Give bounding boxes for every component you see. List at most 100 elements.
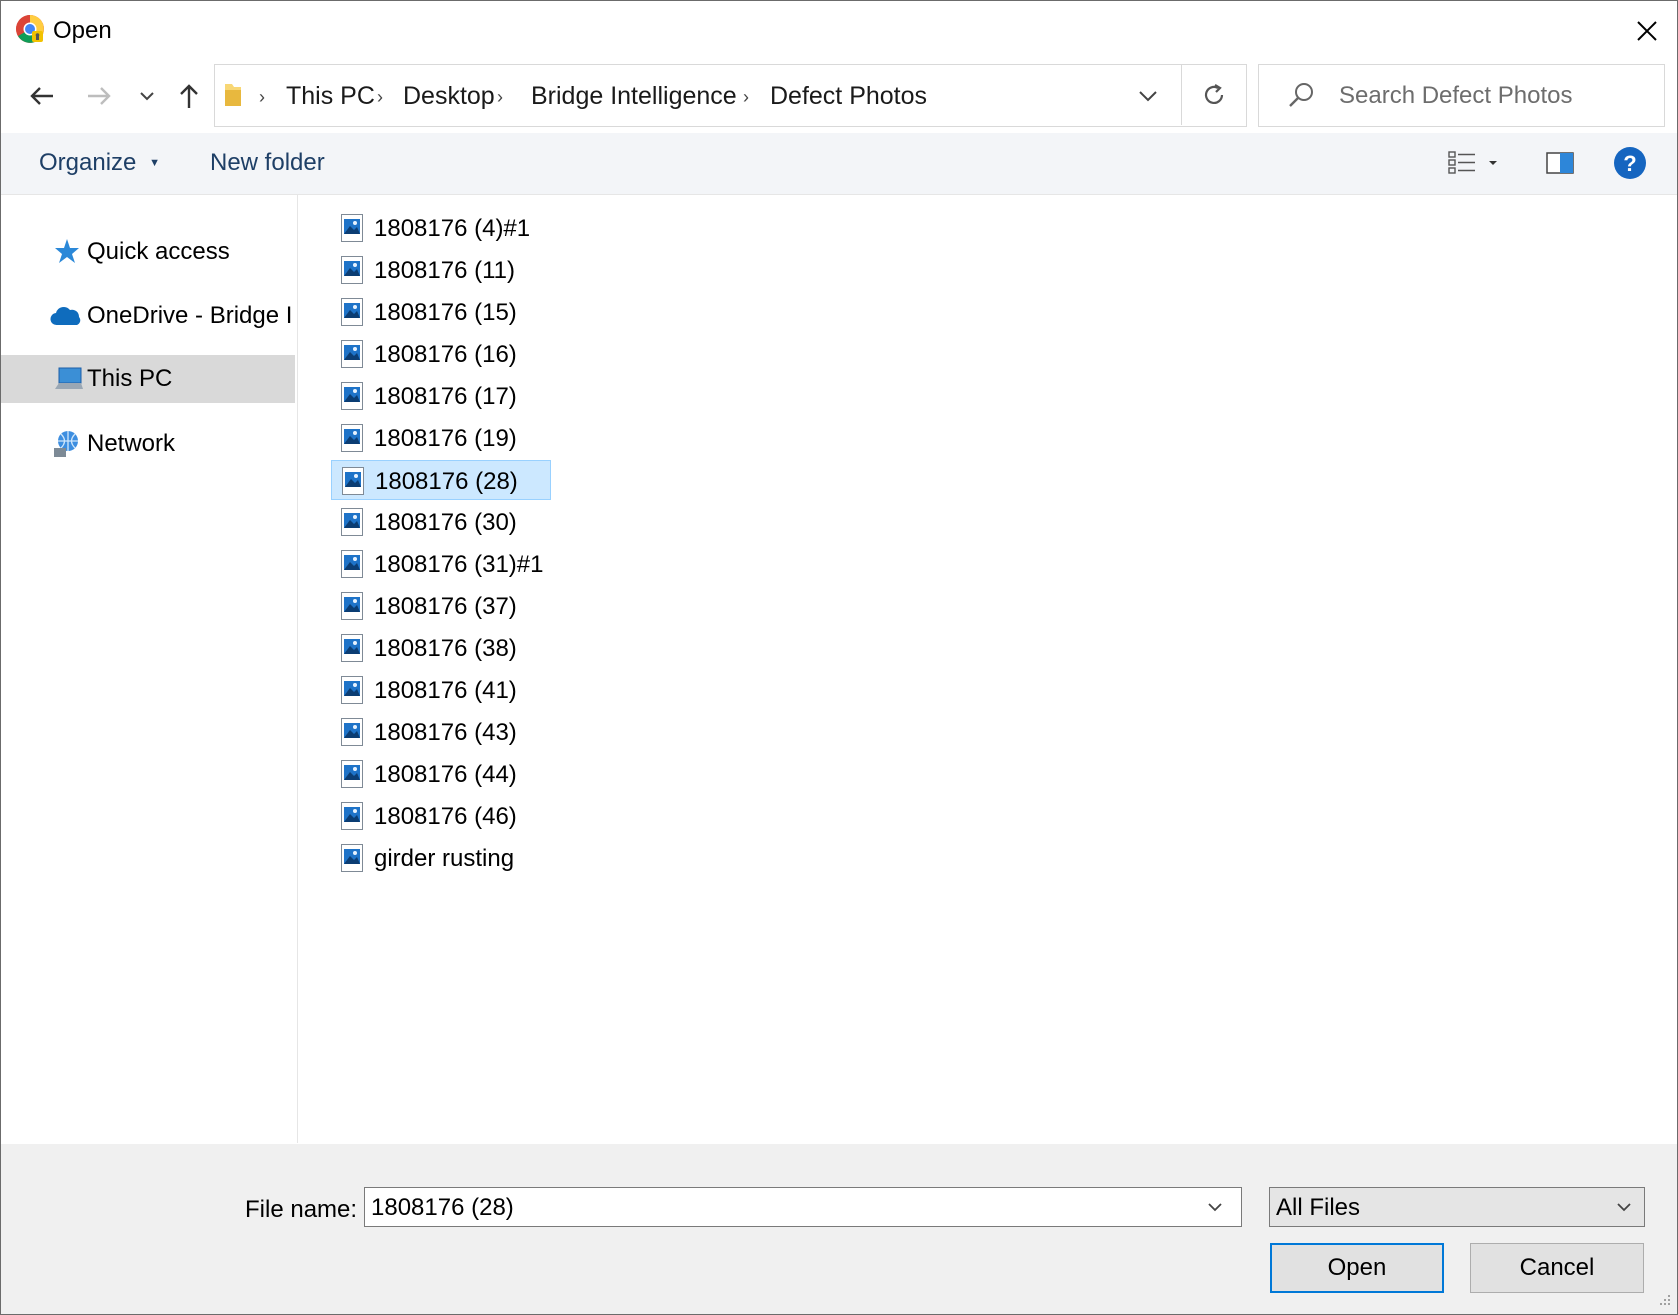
sidebar-item-this-pc[interactable]: This PC (1, 355, 295, 403)
arrow-right-icon (88, 87, 111, 105)
sidebar-item-quick-access[interactable]: Quick access (1, 228, 295, 276)
address-dropdown-button[interactable] (1131, 79, 1165, 113)
file-list: 1808176 (4)#1 1808176 (11) 1808176 (15) … (298, 195, 1677, 1143)
chevron-down-icon (1208, 1203, 1222, 1212)
list-item[interactable]: 1808176 (19) (331, 418, 551, 458)
sidebar-item-label: OneDrive - Bridge I (87, 302, 293, 329)
image-file-icon (341, 424, 363, 452)
view-options-icon (1448, 151, 1497, 174)
file-name: 1808176 (31)#1 (374, 551, 544, 578)
dialog-footer: File name: 1808176 (28) All Files Open C… (1, 1144, 1677, 1314)
star-icon (49, 236, 81, 268)
back-button[interactable] (22, 76, 62, 116)
file-name: 1808176 (44) (374, 761, 517, 788)
up-button[interactable] (169, 76, 209, 116)
image-file-icon (341, 508, 363, 536)
file-name: 1808176 (19) (374, 425, 517, 452)
sidebar-item-label: Network (87, 430, 176, 457)
refresh-icon (1204, 83, 1224, 104)
recent-locations-button[interactable] (127, 76, 167, 116)
list-item[interactable]: 1808176 (41) (331, 670, 551, 710)
open-file-dialog: Open › This PC › Desktop › Bridge Intell… (0, 0, 1678, 1315)
command-bar: Organize ▼ New folder ? (1, 133, 1677, 195)
caret-down-icon: ▼ (149, 157, 160, 169)
file-type-value: All Files (1276, 1194, 1361, 1221)
file-name: 1808176 (38) (374, 635, 517, 662)
file-name: 1808176 (46) (374, 803, 517, 830)
breadcrumb-this-pc[interactable]: This PC (286, 82, 375, 111)
image-file-icon (341, 718, 363, 746)
close-button[interactable] (1627, 13, 1667, 49)
breadcrumb-separator: › (497, 87, 503, 107)
breadcrumb-desktop[interactable]: Desktop (403, 82, 495, 111)
cloud-icon (49, 300, 81, 332)
address-bar[interactable]: › This PC › Desktop › Bridge Intelligenc… (214, 64, 1247, 127)
breadcrumb-separator: › (377, 87, 383, 107)
list-item[interactable]: 1808176 (31)#1 (331, 544, 551, 584)
dialog-title: Open (53, 17, 112, 44)
list-item[interactable]: girder rusting (331, 838, 551, 878)
image-file-icon (341, 760, 363, 788)
sidebar-item-network[interactable]: Network (1, 420, 295, 468)
file-type-select[interactable]: All Files (1269, 1187, 1645, 1227)
new-folder-button[interactable]: New folder (210, 149, 325, 177)
image-file-icon (341, 214, 363, 242)
list-item[interactable]: 1808176 (11) (331, 250, 551, 290)
help-button[interactable]: ? (1613, 146, 1647, 180)
organize-button[interactable]: Organize ▼ (39, 149, 160, 177)
image-file-icon (341, 298, 363, 326)
chevron-down-icon (1139, 91, 1157, 102)
navigation-pane: Quick access OneDrive - Bridge I This PC (1, 195, 298, 1143)
list-item[interactable]: 1808176 (17) (331, 376, 551, 416)
list-item-selected[interactable]: 1808176 (28) (331, 460, 551, 500)
list-item[interactable]: 1808176 (46) (331, 796, 551, 836)
search-icon (1287, 81, 1315, 109)
image-file-icon (342, 467, 364, 495)
file-name: 1808176 (37) (374, 593, 517, 620)
image-file-icon (341, 802, 363, 830)
file-name: 1808176 (43) (374, 719, 517, 746)
image-file-icon (341, 592, 363, 620)
image-file-icon (341, 340, 363, 368)
list-item[interactable]: 1808176 (4)#1 (331, 208, 551, 248)
preview-pane-button[interactable] (1543, 146, 1577, 180)
chevron-down-icon (1616, 1200, 1634, 1214)
svg-text:?: ? (1623, 151, 1636, 176)
image-file-icon (341, 634, 363, 662)
image-file-icon (341, 256, 363, 284)
image-file-icon (341, 844, 363, 872)
folder-icon (223, 80, 243, 108)
file-name-value: 1808176 (28) (371, 1194, 514, 1221)
forward-button[interactable] (79, 76, 119, 116)
sidebar-item-onedrive[interactable]: OneDrive - Bridge I (1, 292, 295, 340)
list-item[interactable]: 1808176 (44) (331, 754, 551, 794)
breadcrumb-separator: › (743, 87, 749, 107)
list-item[interactable]: 1808176 (37) (331, 586, 551, 626)
view-options-button[interactable] (1445, 146, 1507, 180)
breadcrumb-bridge-intelligence[interactable]: Bridge Intelligence (531, 82, 737, 111)
network-icon (51, 428, 83, 460)
refresh-button[interactable] (1181, 64, 1246, 125)
file-name-dropdown-button[interactable] (1207, 1200, 1225, 1214)
list-item[interactable]: 1808176 (38) (331, 628, 551, 668)
chevron-down-icon (140, 92, 154, 101)
list-item[interactable]: 1808176 (15) (331, 292, 551, 332)
organize-label: Organize (39, 149, 137, 176)
sidebar-item-label: This PC (87, 365, 173, 392)
file-name: 1808176 (11) (374, 257, 515, 284)
file-name-field[interactable]: 1808176 (28) (364, 1187, 1242, 1227)
open-button[interactable]: Open (1270, 1243, 1444, 1293)
list-item[interactable]: 1808176 (16) (331, 334, 551, 374)
file-name: 1808176 (16) (374, 341, 517, 368)
list-item[interactable]: 1808176 (30) (331, 502, 551, 542)
breadcrumb-defect-photos[interactable]: Defect Photos (770, 82, 927, 111)
cancel-button[interactable]: Cancel (1470, 1243, 1644, 1293)
search-box[interactable]: Search Defect Photos (1258, 64, 1665, 127)
file-name: 1808176 (15) (374, 299, 517, 326)
image-file-icon (341, 550, 363, 578)
file-name: 1808176 (41) (374, 677, 517, 704)
resize-grip-icon[interactable] (1653, 1290, 1673, 1310)
image-file-icon (341, 676, 363, 704)
list-item[interactable]: 1808176 (43) (331, 712, 551, 752)
file-name-label: File name: (245, 1196, 358, 1223)
